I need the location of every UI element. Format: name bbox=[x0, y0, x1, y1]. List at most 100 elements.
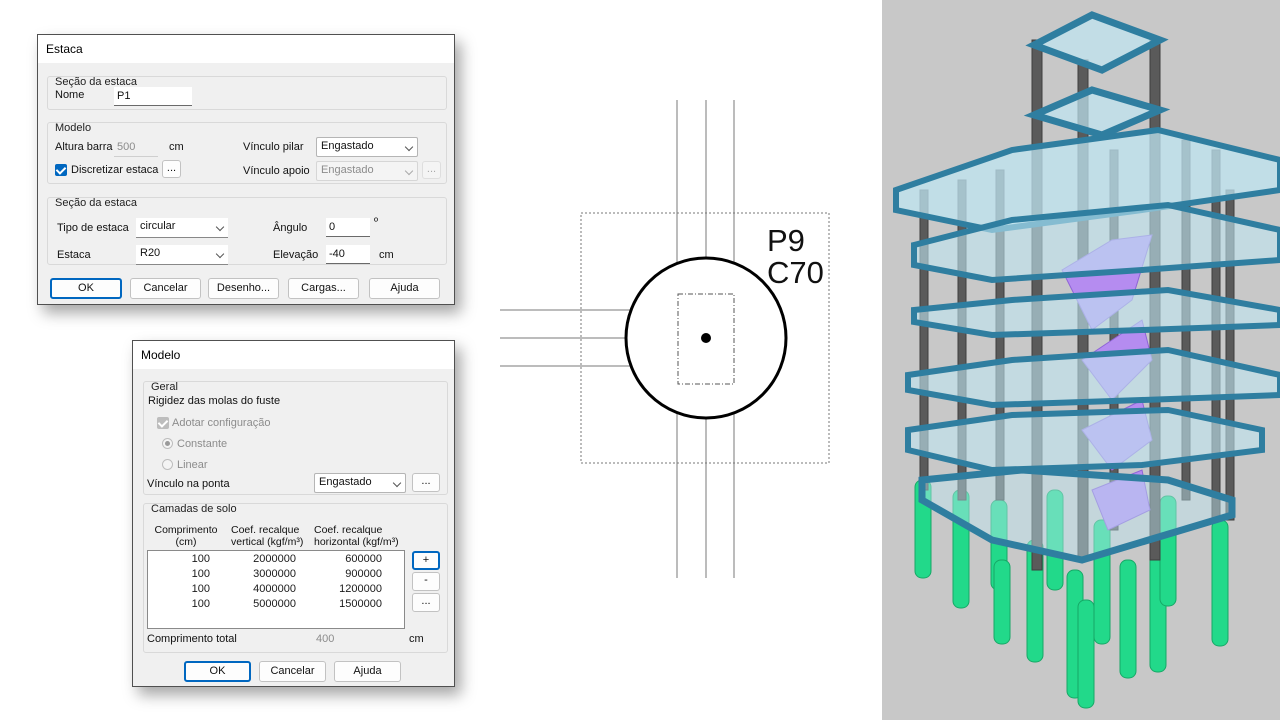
discretizar-label: Discretizar estaca bbox=[71, 164, 159, 176]
estaca-select[interactable]: R20 bbox=[136, 245, 228, 265]
col-header-coef-horizontal: Coef. recalque horizontal (kgf/m³) bbox=[314, 524, 399, 548]
table-row[interactable]: 100 4000000 1200000 bbox=[148, 583, 404, 598]
vinculo-pilar-select[interactable]: Engastado bbox=[316, 137, 418, 157]
group-title: Seção da estaca bbox=[55, 197, 137, 209]
altura-unit: cm bbox=[169, 141, 184, 153]
pile bbox=[1211, 519, 1229, 647]
vinculo-apoio-options-button[interactable]: ... bbox=[422, 161, 441, 179]
ajuda-button[interactable]: Ajuda bbox=[369, 278, 440, 299]
estaca-dialog: Estaca Seção da estaca Nome Modelo Altur… bbox=[37, 34, 455, 305]
ajuda-button[interactable]: Ajuda bbox=[334, 661, 401, 682]
vinculo-apoio-select[interactable]: Engastado bbox=[316, 161, 418, 181]
estaca-value: R20 bbox=[140, 247, 161, 259]
vinculo-apoio-label: Vínculo apoio bbox=[243, 165, 310, 177]
vinculo-pilar-label: Vínculo pilar bbox=[243, 141, 304, 153]
table-row[interactable]: 100 5000000 1500000 bbox=[148, 598, 404, 613]
altura-barra-label: Altura barra bbox=[55, 141, 113, 153]
add-layer-button[interactable]: + bbox=[412, 551, 440, 570]
nome-label: Nome bbox=[55, 89, 85, 101]
row-coef-vertical: 3000000 bbox=[253, 568, 296, 580]
row-comprimento: 100 bbox=[191, 568, 210, 580]
adotar-configuracao-label: Adotar configuração bbox=[172, 417, 271, 429]
angulo-unit: º bbox=[374, 216, 379, 228]
camadas-list[interactable]: 100 2000000 600000 100 3000000 900000 10… bbox=[147, 550, 405, 629]
estaca-label: Estaca bbox=[57, 249, 91, 261]
chevron-down-icon bbox=[404, 166, 414, 176]
vinculo-ponta-value: Engastado bbox=[319, 476, 372, 488]
table-row[interactable]: 100 2000000 600000 bbox=[148, 553, 404, 568]
chevron-down-icon bbox=[215, 222, 225, 232]
pile bbox=[993, 559, 1011, 645]
row-coef-vertical: 2000000 bbox=[253, 553, 296, 565]
structure-3d-render bbox=[882, 0, 1280, 720]
cancelar-button[interactable]: Cancelar bbox=[259, 661, 326, 682]
structure-3d-viewport[interactable] bbox=[882, 0, 1280, 720]
chevron-down-icon bbox=[404, 142, 414, 152]
constante-radio[interactable] bbox=[162, 438, 173, 449]
adotar-configuracao-checkbox[interactable] bbox=[157, 417, 169, 429]
discretizar-checkbox[interactable] bbox=[55, 164, 67, 176]
group-title: Modelo bbox=[55, 122, 92, 134]
chevron-down-icon bbox=[392, 478, 402, 488]
remove-layer-button[interactable]: - bbox=[412, 572, 440, 591]
pile-label: P9 bbox=[767, 223, 805, 258]
pile bbox=[1119, 559, 1137, 679]
column bbox=[1211, 149, 1221, 521]
row-coef-vertical: 5000000 bbox=[253, 598, 296, 610]
elevacao-input[interactable] bbox=[326, 245, 370, 264]
row-comprimento: 100 bbox=[191, 598, 210, 610]
tipo-estaca-label: Tipo de estaca bbox=[57, 222, 129, 234]
linear-radio[interactable] bbox=[162, 459, 173, 470]
tipo-estaca-select[interactable]: circular bbox=[136, 218, 228, 238]
cap-label: C70 bbox=[767, 255, 824, 290]
linear-label: Linear bbox=[177, 459, 208, 471]
nome-input[interactable] bbox=[114, 87, 192, 106]
elevacao-label: Elevação bbox=[273, 249, 319, 261]
ok-button[interactable]: OK bbox=[184, 661, 251, 682]
vinculo-ponta-select[interactable]: Engastado bbox=[314, 473, 406, 493]
cargas-button[interactable]: Cargas... bbox=[288, 278, 359, 299]
pile-circle bbox=[624, 256, 788, 420]
desenho-button[interactable]: Desenho... bbox=[208, 278, 279, 299]
cancelar-button[interactable]: Cancelar bbox=[130, 278, 201, 299]
group-title: Camadas de solo bbox=[151, 503, 237, 515]
pile bbox=[1077, 599, 1095, 709]
modelo-dialog: Modelo Geral Rigidez das molas do fuste … bbox=[132, 340, 455, 687]
altura-barra-input[interactable] bbox=[114, 138, 158, 157]
layer-options-button[interactable]: ... bbox=[412, 593, 440, 612]
modelo-dialog-title: Modelo bbox=[133, 341, 454, 369]
group-secao-estaca: Seção da estaca Tipo de estaca circular … bbox=[47, 197, 447, 265]
vinculo-apoio-value: Engastado bbox=[321, 164, 374, 176]
row-coef-vertical: 4000000 bbox=[253, 583, 296, 595]
comprimento-total-unit: cm bbox=[409, 633, 424, 645]
angulo-input[interactable] bbox=[326, 218, 370, 237]
rigidez-label: Rigidez das molas do fuste bbox=[148, 395, 281, 407]
row-comprimento: 100 bbox=[191, 553, 210, 565]
estaca-dialog-title: Estaca bbox=[38, 35, 454, 63]
group-secao-estaca-nome: Seção da estaca Nome bbox=[47, 76, 447, 110]
vinculo-ponta-label: Vínculo na ponta bbox=[147, 478, 230, 490]
chevron-down-icon bbox=[215, 249, 225, 259]
row-coef-horizontal: 900000 bbox=[345, 568, 382, 580]
constante-label: Constante bbox=[177, 438, 228, 450]
vinculo-pilar-value: Engastado bbox=[321, 140, 374, 152]
row-comprimento: 100 bbox=[191, 583, 210, 595]
row-coef-horizontal: 1200000 bbox=[339, 583, 382, 595]
row-coef-horizontal: 1500000 bbox=[339, 598, 382, 610]
discretizar-options-button[interactable]: ... bbox=[162, 160, 181, 178]
vinculo-ponta-options-button[interactable]: ... bbox=[412, 473, 440, 492]
group-modelo: Modelo Altura barra cm Discretizar estac… bbox=[47, 122, 447, 184]
row-coef-horizontal: 600000 bbox=[345, 553, 382, 565]
ok-button[interactable]: OK bbox=[50, 278, 122, 299]
comprimento-total-value: 400 bbox=[316, 633, 335, 645]
pile-center-point bbox=[701, 333, 711, 343]
column-section-outline bbox=[677, 293, 735, 385]
comprimento-total-label: Comprimento total bbox=[147, 633, 237, 645]
group-title: Geral bbox=[151, 381, 178, 393]
elevacao-unit: cm bbox=[379, 249, 394, 261]
tipo-estaca-value: circular bbox=[140, 220, 176, 232]
col-header-coef-vertical: Coef. recalque vertical (kgf/m³) bbox=[231, 524, 304, 548]
col-header-comprimento: Comprimento (cm) bbox=[154, 524, 218, 548]
angulo-label: Ângulo bbox=[273, 222, 308, 234]
table-row[interactable]: 100 3000000 900000 bbox=[148, 568, 404, 583]
